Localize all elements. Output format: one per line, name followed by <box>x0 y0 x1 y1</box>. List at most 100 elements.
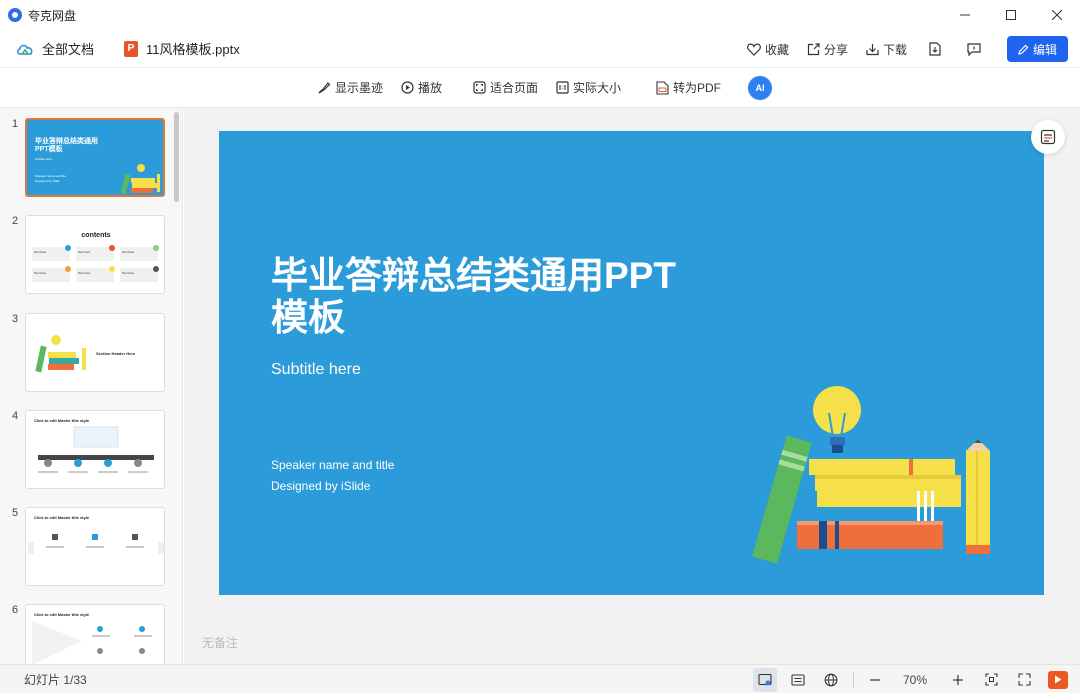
slide-designer: Designed by iSlide <box>271 479 371 493</box>
slide-viewer: 毕业答辩总结类通用PPT模板 Subtitle here Speaker nam… <box>184 108 1080 664</box>
actual-size-icon <box>556 81 569 94</box>
heart-icon <box>747 43 761 56</box>
slide-action-button[interactable] <box>1031 120 1065 154</box>
thumbnail-number: 4 <box>12 410 19 422</box>
books-lightbulb-illustration <box>752 386 990 564</box>
thumb-books-illustration <box>120 164 160 195</box>
edit-button[interactable]: 编辑 <box>1007 36 1068 62</box>
actual-size-button[interactable]: 实际大小 <box>556 79 621 96</box>
fit-window-icon <box>984 673 998 686</box>
save-to-drive-button[interactable] <box>929 42 945 56</box>
thumb-icons-illustration <box>28 534 164 554</box>
thumb-item-label: Text here <box>34 250 47 254</box>
title-bar: 夸克网盘 <box>0 0 1080 30</box>
thumb-item-label: Text here <box>34 271 47 275</box>
slide-thumbnail-5[interactable]: Click to edit Master title style <box>25 507 165 586</box>
play-label: 播放 <box>417 81 442 95</box>
keyboard-icon <box>791 673 805 686</box>
slide-thumbnail-6[interactable]: Click to edit Master title style <box>25 604 165 664</box>
thumb-diagram-illustration <box>32 621 152 664</box>
close-button[interactable] <box>1034 0 1080 30</box>
file-import-icon <box>929 42 941 56</box>
minimize-button[interactable] <box>942 0 988 30</box>
fit-page-label: 适合页面 <box>489 81 538 95</box>
slide-thumbnail-1[interactable]: 毕业答辩总结类通用PPT模板 Subtitle here Speaker nam… <box>25 118 165 197</box>
thumb-designer: Designed by iSlide <box>35 179 60 183</box>
download-label: 下载 <box>882 42 907 57</box>
thumb-timeline-illustration <box>38 426 154 473</box>
message-icon <box>967 42 981 56</box>
speaker-notes: 无备注 <box>202 636 239 650</box>
notes-view-button[interactable] <box>786 668 810 692</box>
close-icon <box>1052 10 1062 20</box>
play-button[interactable]: 播放 <box>401 79 442 96</box>
header-actions: 收藏 分享 下载 编辑 <box>729 30 1068 68</box>
slide-thumbnail-panel[interactable]: 1 毕业答辩总结类通用PPT模板 Subtitle here Speaker n… <box>0 108 183 664</box>
convert-pdf-button[interactable]: 转为PDF <box>656 79 721 96</box>
viewer-toolbar: 显示墨迹 播放 适合页面 实际大小 转为PDF AI <box>0 68 1080 108</box>
maximize-button[interactable] <box>988 0 1034 30</box>
thumb-title: Click to edit Master title style <box>34 418 90 423</box>
slideshow-button[interactable] <box>1048 670 1068 689</box>
fit-page-button[interactable]: 适合页面 <box>473 79 538 96</box>
normal-view-button[interactable] <box>753 667 777 692</box>
zoom-in-button[interactable] <box>946 668 970 692</box>
slide-thumbnail-2[interactable]: contents Text here Text here Text here T… <box>25 215 165 294</box>
ppt-file-icon: P <box>124 40 139 57</box>
app-title: 夸克网盘 <box>28 8 77 23</box>
share-icon <box>807 42 820 55</box>
globe-icon <box>824 673 838 686</box>
ink-pen-icon <box>318 81 331 93</box>
favorite-button[interactable]: 收藏 <box>747 41 789 58</box>
thumbnail-number: 1 <box>12 118 19 130</box>
all-documents-link[interactable]: 全部文档 <box>42 39 94 58</box>
fit-window-button[interactable] <box>979 668 1003 692</box>
layout-icon <box>1040 129 1056 145</box>
plus-icon <box>953 674 963 685</box>
minus-icon <box>870 678 880 681</box>
ai-assistant-button[interactable]: AI <box>748 75 773 100</box>
slide-canvas: 毕业答辩总结类通用PPT模板 Subtitle here Speaker nam… <box>219 131 1044 595</box>
ai-label: AI <box>755 82 765 93</box>
feedback-button[interactable] <box>967 42 985 56</box>
web-view-button[interactable] <box>819 668 843 692</box>
fullscreen-button[interactable] <box>1012 668 1036 692</box>
convert-pdf-label: 转为PDF <box>673 81 722 95</box>
edit-label: 编辑 <box>1032 42 1057 57</box>
play-circle-icon <box>401 81 414 94</box>
thumb-item-label: Text here <box>122 250 135 254</box>
fit-page-icon <box>473 81 486 94</box>
app-logo-icon <box>8 8 22 22</box>
download-button[interactable]: 下载 <box>866 41 907 58</box>
document-header: 全部文档 P 11风格模板.pptx 收藏 分享 下载 编辑 <box>0 30 1080 68</box>
status-bar: 幻灯片 1/33 70% <box>0 664 1080 693</box>
slide-counter: 幻灯片 1/33 <box>24 672 87 687</box>
thumb-books-illustration <box>35 335 86 373</box>
thumb-contents-grid <box>32 245 159 282</box>
thumbnail-number: 5 <box>12 507 19 519</box>
cloud-icon <box>16 44 33 55</box>
file-name: 11风格模板.pptx <box>146 42 240 57</box>
slide-speaker: Speaker name and title <box>271 458 395 472</box>
slide-thumbnail-3[interactable]: Section Header Here <box>25 313 165 392</box>
thumb-item-label: Text here <box>78 271 91 275</box>
view-normal-icon <box>758 673 772 685</box>
maximize-icon <box>1006 10 1016 20</box>
share-button[interactable]: 分享 <box>807 41 848 58</box>
thumb-title: Click to edit Master title style <box>34 612 90 617</box>
thumb-title: Section Header Here <box>96 351 136 356</box>
thumbnail-scrollbar[interactable] <box>174 112 179 202</box>
window-controls <box>942 0 1080 30</box>
status-controls: 70% <box>744 665 1068 693</box>
download-icon <box>866 43 879 55</box>
zoom-out-button[interactable] <box>863 668 887 692</box>
pencil-icon <box>1018 44 1029 55</box>
show-ink-button[interactable]: 显示墨迹 <box>317 79 383 96</box>
status-divider <box>853 671 854 688</box>
minimize-icon <box>960 14 970 16</box>
favorite-label: 收藏 <box>764 42 789 57</box>
thumb-item-label: Text here <box>122 271 135 275</box>
slide-thumbnail-4[interactable]: Click to edit Master title style <box>25 410 165 489</box>
zoom-level: 70% <box>902 672 928 687</box>
thumb-title: contents <box>81 232 111 239</box>
